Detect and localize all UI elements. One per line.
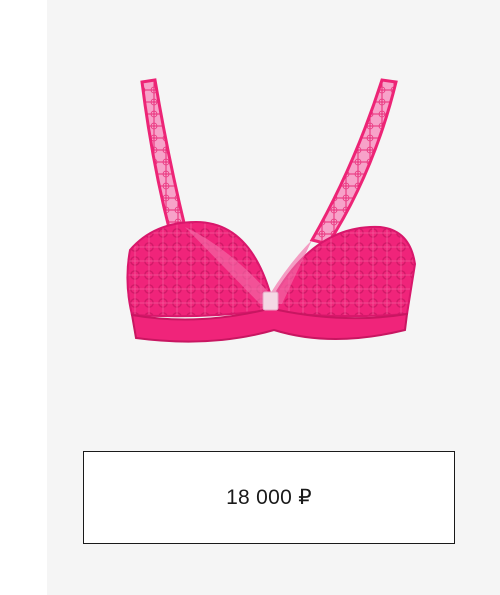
bra-product-image[interactable]: [100, 72, 430, 362]
price-value: 18 000 ₽: [226, 486, 312, 509]
price-box: 18 000 ₽: [83, 451, 455, 544]
